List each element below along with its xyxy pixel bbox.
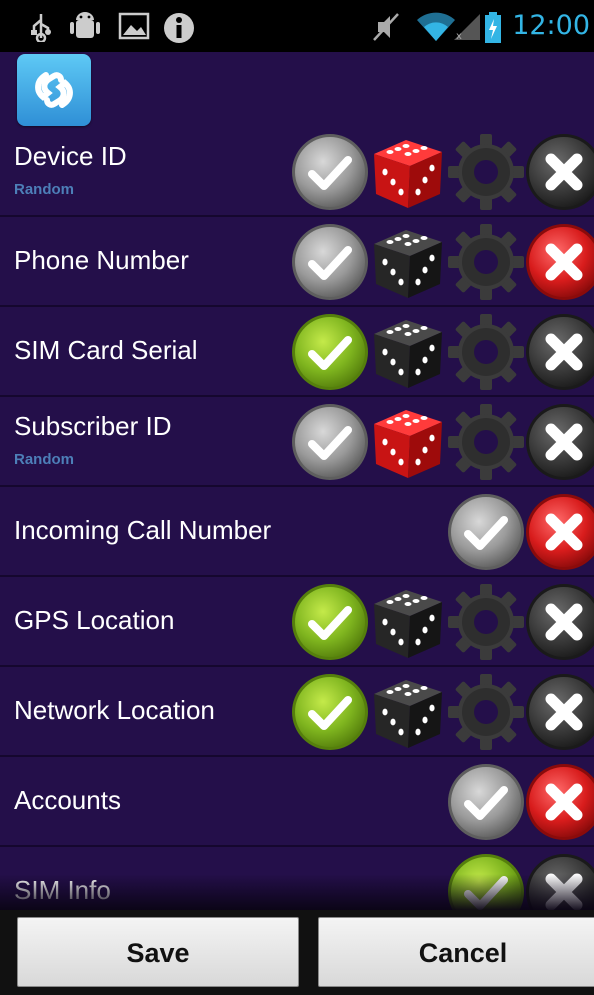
battery-icon — [484, 12, 502, 48]
settings-gear-icon[interactable] — [446, 402, 526, 482]
setting-row: Subscriber ID Random — [0, 397, 594, 487]
setting-label: Network Location — [14, 695, 215, 725]
setting-label: Accounts — [14, 785, 121, 815]
settings-gear-icon[interactable] — [446, 672, 526, 752]
wifi-icon — [416, 12, 456, 46]
allow-check-icon[interactable] — [290, 402, 370, 482]
usb-icon — [30, 12, 52, 46]
allow-check-icon[interactable] — [290, 312, 370, 392]
setting-label: Subscriber ID — [14, 411, 172, 441]
allow-check-icon[interactable] — [290, 582, 370, 662]
deny-cross-icon[interactable] — [524, 672, 594, 752]
randomize-dice-icon[interactable] — [368, 672, 448, 752]
setting-label: SIM Card Serial — [14, 335, 198, 365]
save-button[interactable]: Save — [17, 917, 299, 987]
setting-row: SIM Card Serial — [0, 307, 594, 397]
status-clock: 12:00 — [512, 10, 590, 41]
setting-sublabel: Random — [14, 181, 74, 198]
allow-check-icon[interactable] — [290, 222, 370, 302]
deny-cross-icon[interactable] — [524, 312, 594, 392]
deny-cross-icon[interactable] — [524, 132, 594, 212]
deny-cross-icon[interactable] — [524, 402, 594, 482]
settings-gear-icon[interactable] — [446, 582, 526, 662]
deny-cross-icon[interactable] — [524, 222, 594, 302]
allow-check-icon[interactable] — [446, 492, 526, 572]
mute-icon — [372, 12, 400, 46]
setting-row: Phone Number — [0, 217, 594, 307]
settings-gear-icon[interactable] — [446, 222, 526, 302]
setting-label: Incoming Call Number — [14, 515, 272, 545]
signal-icon: x — [452, 12, 482, 46]
setting-row: Network Location — [0, 667, 594, 757]
randomize-dice-icon[interactable] — [368, 222, 448, 302]
allow-check-icon[interactable] — [290, 672, 370, 752]
randomize-dice-icon[interactable] — [368, 312, 448, 392]
deny-cross-icon[interactable] — [524, 492, 594, 572]
setting-label: Device ID — [14, 141, 127, 171]
settings-gear-icon[interactable] — [446, 132, 526, 212]
randomize-dice-icon[interactable] — [368, 132, 448, 212]
deny-cross-icon[interactable] — [524, 582, 594, 662]
setting-row: Accounts — [0, 757, 594, 847]
cancel-button[interactable]: Cancel — [318, 917, 594, 987]
setting-row: Incoming Call Number — [0, 487, 594, 577]
shazam-logo-icon — [17, 54, 91, 126]
settings-gear-icon[interactable] — [446, 312, 526, 392]
randomize-dice-icon[interactable] — [368, 402, 448, 482]
setting-sublabel: Random — [14, 451, 74, 468]
bottom-action-bar: Save Cancel — [0, 910, 594, 995]
deny-cross-icon[interactable] — [524, 852, 594, 910]
allow-check-icon[interactable] — [446, 762, 526, 842]
setting-row: SIM Info — [0, 847, 594, 910]
setting-label: Phone Number — [14, 245, 189, 275]
allow-check-icon[interactable] — [290, 132, 370, 212]
randomize-dice-icon[interactable] — [368, 582, 448, 662]
setting-label: GPS Location — [14, 605, 175, 635]
setting-row: Device ID Random — [0, 127, 594, 217]
setting-label: SIM Info — [14, 875, 111, 905]
android-debug-icon — [68, 12, 102, 46]
deny-cross-icon[interactable] — [524, 762, 594, 842]
privacy-settings-panel: Device ID Random Phone Number SIM Card S… — [0, 52, 594, 910]
status-bar: x 12:00 — [0, 0, 594, 52]
image-icon — [118, 12, 150, 44]
info-icon — [163, 12, 195, 48]
allow-check-icon[interactable] — [446, 852, 526, 910]
setting-row: GPS Location — [0, 577, 594, 667]
svg-text:x: x — [456, 31, 462, 42]
